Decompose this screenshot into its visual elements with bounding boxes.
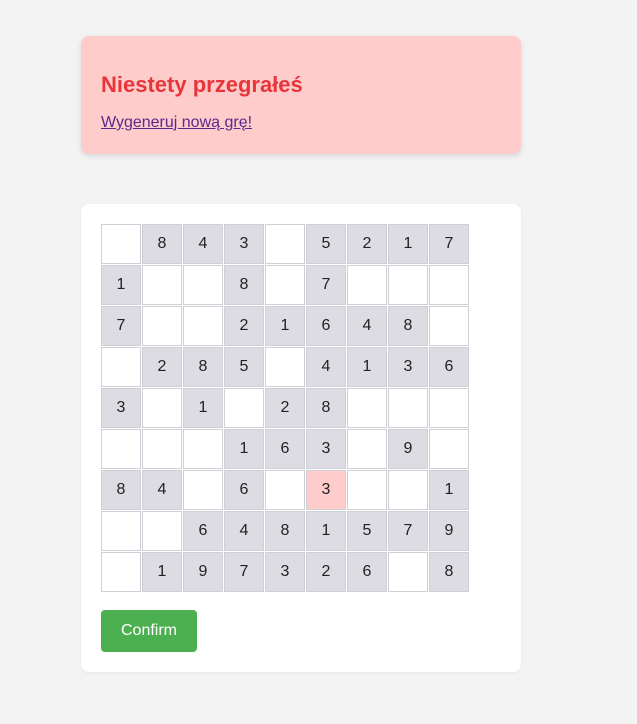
sudoku-cell[interactable]: 9 <box>183 552 223 592</box>
sudoku-cell[interactable] <box>142 306 182 346</box>
sudoku-cell[interactable]: 6 <box>347 552 387 592</box>
sudoku-cell[interactable] <box>388 470 428 510</box>
sudoku-cell[interactable]: 7 <box>429 224 469 264</box>
sudoku-cell[interactable] <box>429 265 469 305</box>
sudoku-cell[interactable] <box>388 552 428 592</box>
sudoku-cell-error[interactable]: 3 <box>306 470 346 510</box>
sudoku-cell[interactable]: 8 <box>306 388 346 428</box>
sudoku-cell[interactable]: 1 <box>224 429 264 469</box>
alert-title: Niestety przegrałeś <box>101 72 303 97</box>
sudoku-cell[interactable]: 4 <box>306 347 346 387</box>
sudoku-cell[interactable] <box>101 429 141 469</box>
sudoku-cell[interactable]: 1 <box>429 470 469 510</box>
sudoku-cell[interactable]: 1 <box>183 388 223 428</box>
sudoku-cell[interactable] <box>183 306 223 346</box>
sudoku-cell[interactable]: 1 <box>306 511 346 551</box>
sudoku-cell[interactable]: 4 <box>224 511 264 551</box>
sudoku-cell[interactable] <box>142 511 182 551</box>
sudoku-cell[interactable]: 6 <box>429 347 469 387</box>
sudoku-cell[interactable]: 3 <box>265 552 305 592</box>
sudoku-cell[interactable] <box>101 511 141 551</box>
new-game-link[interactable]: Wygeneruj nową grę! <box>101 114 252 132</box>
sudoku-cell[interactable]: 6 <box>224 470 264 510</box>
sudoku-cell[interactable]: 5 <box>306 224 346 264</box>
sudoku-cell[interactable] <box>265 470 305 510</box>
sudoku-cell[interactable]: 2 <box>142 347 182 387</box>
sudoku-cell[interactable]: 2 <box>265 388 305 428</box>
sudoku-cell[interactable]: 6 <box>306 306 346 346</box>
sudoku-cell[interactable]: 8 <box>388 306 428 346</box>
sudoku-cell[interactable]: 1 <box>142 552 182 592</box>
sudoku-cell[interactable]: 2 <box>347 224 387 264</box>
sudoku-cell[interactable]: 7 <box>224 552 264 592</box>
sudoku-cell[interactable]: 8 <box>101 470 141 510</box>
sudoku-cell[interactable]: 3 <box>224 224 264 264</box>
sudoku-cell[interactable]: 2 <box>224 306 264 346</box>
sudoku-cell[interactable]: 6 <box>265 429 305 469</box>
sudoku-cell[interactable] <box>265 224 305 264</box>
sudoku-cell[interactable] <box>388 388 428 428</box>
sudoku-cell[interactable] <box>224 388 264 428</box>
sudoku-cell[interactable] <box>347 470 387 510</box>
sudoku-cell[interactable]: 5 <box>224 347 264 387</box>
sudoku-cell[interactable] <box>183 429 223 469</box>
sudoku-cell[interactable]: 7 <box>101 306 141 346</box>
sudoku-cell[interactable]: 8 <box>183 347 223 387</box>
sudoku-cell[interactable]: 6 <box>183 511 223 551</box>
sudoku-cell[interactable] <box>265 265 305 305</box>
sudoku-cell[interactable]: 3 <box>388 347 428 387</box>
sudoku-cell[interactable]: 7 <box>306 265 346 305</box>
sudoku-cell[interactable]: 8 <box>142 224 182 264</box>
sudoku-cell[interactable]: 4 <box>347 306 387 346</box>
sudoku-cell[interactable]: 4 <box>142 470 182 510</box>
sudoku-cell[interactable]: 1 <box>265 306 305 346</box>
confirm-button[interactable]: Confirm <box>101 610 197 652</box>
sudoku-cell[interactable] <box>101 552 141 592</box>
sudoku-cell[interactable] <box>388 265 428 305</box>
sudoku-cell[interactable] <box>142 429 182 469</box>
sudoku-board: 8435217187721648285413631281639846316481… <box>101 224 469 592</box>
sudoku-cell[interactable]: 3 <box>306 429 346 469</box>
sudoku-cell[interactable] <box>429 306 469 346</box>
sudoku-cell[interactable]: 8 <box>429 552 469 592</box>
sudoku-cell[interactable] <box>101 347 141 387</box>
sudoku-cell[interactable]: 9 <box>429 511 469 551</box>
sudoku-cell[interactable]: 8 <box>224 265 264 305</box>
sudoku-cell[interactable] <box>429 429 469 469</box>
sudoku-cell[interactable] <box>142 388 182 428</box>
sudoku-cell[interactable] <box>347 429 387 469</box>
sudoku-cell[interactable] <box>183 265 223 305</box>
sudoku-cell[interactable] <box>347 265 387 305</box>
sudoku-cell[interactable]: 9 <box>388 429 428 469</box>
sudoku-card: 8435217187721648285413631281639846316481… <box>81 204 521 672</box>
sudoku-cell[interactable] <box>347 388 387 428</box>
sudoku-cell[interactable] <box>142 265 182 305</box>
sudoku-cell[interactable]: 4 <box>183 224 223 264</box>
sudoku-cell[interactable]: 2 <box>306 552 346 592</box>
sudoku-cell[interactable]: 8 <box>265 511 305 551</box>
sudoku-cell[interactable] <box>265 347 305 387</box>
sudoku-cell[interactable] <box>183 470 223 510</box>
sudoku-cell[interactable] <box>429 388 469 428</box>
sudoku-cell[interactable]: 5 <box>347 511 387 551</box>
sudoku-cell[interactable] <box>101 224 141 264</box>
game-over-alert: Niestety przegrałeś Wygeneruj nową grę! <box>81 36 521 154</box>
sudoku-cell[interactable]: 1 <box>101 265 141 305</box>
sudoku-cell[interactable]: 7 <box>388 511 428 551</box>
sudoku-cell[interactable]: 1 <box>388 224 428 264</box>
sudoku-cell[interactable]: 1 <box>347 347 387 387</box>
sudoku-cell[interactable]: 3 <box>101 388 141 428</box>
